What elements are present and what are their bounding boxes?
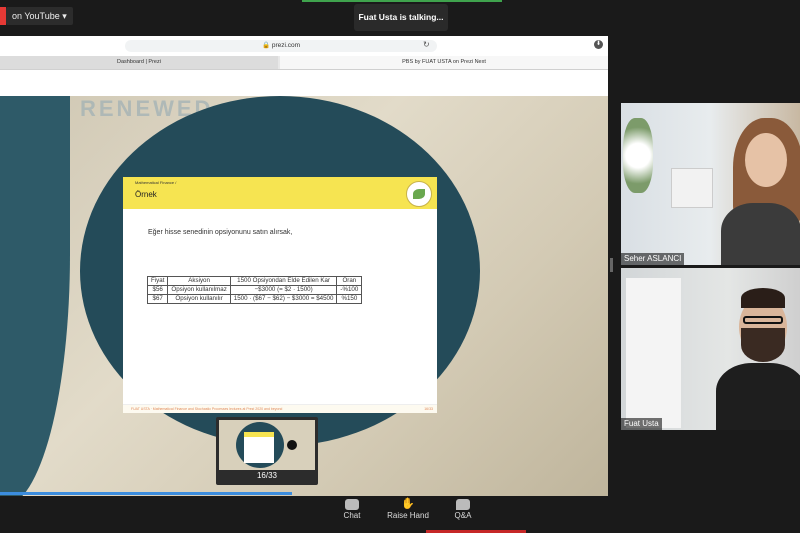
speaker-status: Fuat Usta is talking... — [354, 4, 448, 31]
leaf-icon — [413, 189, 425, 199]
table-cell: 1500 · ($67 − $62) − $3000 = $4500 — [229, 294, 338, 304]
thumbnail-dot — [287, 440, 297, 450]
thumbnail-slide — [244, 432, 274, 463]
qa-label: Q&A — [454, 511, 472, 520]
table-header: Fiyat — [146, 276, 169, 286]
youtube-stream-button[interactable]: on YouTube ▾ — [6, 7, 73, 25]
table-cell: $56 — [146, 285, 169, 295]
university-logo — [406, 181, 432, 207]
table-cell: −$3000 (= $2 · 1500) — [229, 285, 338, 295]
presentation-progress-bar — [0, 492, 292, 495]
table-header: Oran — [336, 276, 363, 286]
qa-button[interactable]: Q&A — [438, 499, 488, 520]
tab-dashboard[interactable]: Dashboard | Prezi — [0, 56, 278, 69]
active-speaker-accent — [302, 0, 502, 2]
thumbnail-preview — [219, 420, 315, 470]
raise-hand-button[interactable]: ✋ Raise Hand — [383, 498, 433, 521]
chat-button[interactable]: Chat — [327, 499, 377, 520]
tab-strip: Dashboard | Prezi PBS by FUAT USTA on Pr… — [0, 56, 608, 70]
table-cell: -%100 — [336, 285, 363, 295]
panel-resize-handle[interactable] — [610, 258, 613, 272]
table-row: $67 Opsiyon kullanılır 1500 · ($67 − $62… — [146, 294, 363, 304]
participants-panel: Seher ASLANCI Fuat Usta — [608, 36, 800, 496]
slide-text: Eğer hisse senedinin opsiyonunu satın al… — [148, 229, 293, 236]
chat-label: Chat — [343, 511, 361, 520]
table-row: $56 Opsiyon kullanılmaz −$3000 (= $2 · 1… — [146, 285, 363, 295]
participant-glasses — [743, 316, 783, 324]
table-header: 1500 Opsiyondan Elde Edilen Kar — [229, 276, 338, 286]
background-door — [626, 278, 681, 428]
orchid-plant — [623, 118, 653, 193]
tab-prezi-presentation[interactable]: PBS by FUAT USTA on Prezi Next — [280, 56, 608, 69]
slide-footer-text: FUAT USTA · Mathematical Finance and Sto… — [131, 407, 283, 411]
background-shape — [0, 96, 70, 496]
participant-face — [745, 133, 787, 187]
slide-header: Mathematical Finance / Örnek — [123, 177, 437, 209]
slide-thumbnail-navigator[interactable]: 16/33 — [216, 417, 318, 485]
participant-beard — [741, 328, 785, 362]
table-header: Aksiyon — [167, 276, 231, 286]
slide-page-number: 16/33 — [424, 407, 433, 411]
download-icon[interactable]: ⬇ — [594, 40, 603, 49]
chevron-down-icon: ▾ — [62, 11, 67, 21]
qa-bubbles-icon — [456, 499, 470, 510]
participant-name: Fuat Usta — [621, 418, 662, 430]
participant-body — [716, 363, 800, 430]
raised-hand-icon: ✋ — [401, 498, 415, 510]
slide-footer: FUAT USTA · Mathematical Finance and Sto… — [123, 404, 437, 413]
table-header-row: Fiyat Aksiyon 1500 Opsiyondan Elde Edile… — [146, 276, 363, 286]
prezi-canvas[interactable]: RENEWED Mathematical Finance / Örnek Eğe… — [0, 96, 608, 496]
table-cell: $67 — [146, 294, 169, 304]
option-table: Fiyat Aksiyon 1500 Opsiyondan Elde Edile… — [146, 276, 363, 304]
meeting-controls-bar: Chat ✋ Raise Hand Q&A — [0, 496, 800, 533]
slide-breadcrumb: Mathematical Finance / — [135, 180, 177, 185]
participant-video[interactable]: Seher ASLANCI — [621, 103, 800, 265]
youtube-stream-label: on YouTube — [12, 11, 60, 21]
table-cell: Opsiyon kullanılır — [167, 294, 231, 304]
table-cell: Opsiyon kullanılmaz — [167, 285, 231, 295]
participant-hair — [741, 288, 785, 308]
participant-video[interactable]: Fuat Usta — [621, 268, 800, 430]
participant-name: Seher ASLANCI — [621, 253, 685, 265]
shared-browser-window: 🔒 prezi.com ↻ ⬇ Dashboard | Prezi PBS by… — [0, 36, 608, 496]
slide-counter: 16/33 — [256, 471, 278, 480]
chat-bubble-icon — [345, 499, 359, 510]
raise-hand-label: Raise Hand — [387, 511, 429, 520]
reload-icon[interactable]: ↻ — [423, 40, 430, 49]
slide: Mathematical Finance / Örnek Eğer hisse … — [123, 177, 437, 413]
printer — [671, 168, 713, 208]
address-bar[interactable]: 🔒 prezi.com — [125, 40, 437, 52]
table-cell: %150 — [336, 294, 363, 304]
slide-title: Örnek — [135, 190, 157, 199]
participant-body — [721, 203, 800, 265]
